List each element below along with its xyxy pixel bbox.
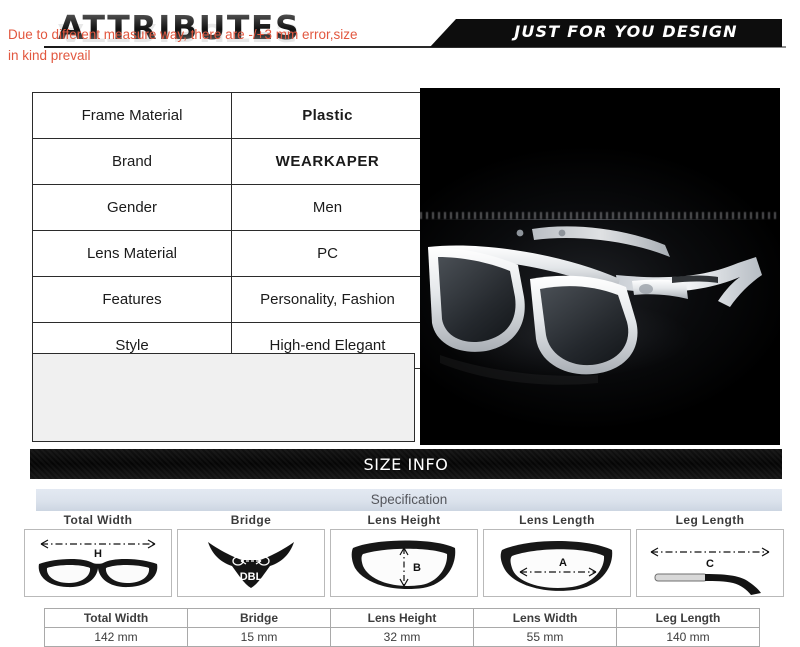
- diagram-card-leg-length: Leg Length C: [636, 513, 784, 601]
- diagram-box: H: [24, 529, 172, 597]
- specification-label: Specification: [370, 492, 448, 507]
- tagline-text: JUST FOR YOU DESIGN: [514, 22, 738, 41]
- measurement-header: Leg Length: [616, 608, 760, 628]
- table-row: Lens Material PC: [32, 230, 424, 277]
- attribute-value: Plastic: [231, 92, 424, 139]
- glasses-bridge-icon: DBL: [208, 542, 294, 588]
- table-row: 142 mm 15 mm 32 mm 55 mm 140 mm: [44, 627, 760, 647]
- measurement-disclaimer-text: Due to different measure way, there are …: [8, 27, 358, 63]
- table-row: Brand WEARKAPER: [32, 138, 424, 185]
- measurement-value: 32 mm: [330, 627, 474, 647]
- diagram-marker: B: [413, 562, 421, 574]
- table-header-row: Total Width Bridge Lens Height Lens Widt…: [44, 608, 760, 628]
- table-row: Gender Men: [32, 184, 424, 231]
- diagram-title: Total Width: [63, 513, 133, 527]
- diagram-title: Lens Height: [367, 513, 441, 527]
- diagram-card-lens-length: Lens Length A: [483, 513, 631, 601]
- diagram-marker: H: [94, 548, 102, 560]
- attributes-table: Frame Material Plastic Brand WEARKAPER G…: [32, 92, 424, 369]
- measurement-value: 55 mm: [473, 627, 617, 647]
- diagram-title: Bridge: [230, 513, 272, 527]
- attribute-value: Men: [231, 184, 424, 231]
- measurement-value: 142 mm: [44, 627, 188, 647]
- diagram-box: DBL: [177, 529, 325, 597]
- eyeglasses-product-illustration: [428, 226, 762, 385]
- measurement-header: Lens Width: [473, 608, 617, 628]
- diagram-card-total-width: Total Width H: [24, 513, 172, 601]
- diagram-title: Leg Length: [675, 513, 745, 527]
- measurement-header: Lens Height: [330, 608, 474, 628]
- attribute-label: Frame Material: [32, 92, 232, 139]
- temple-arm-shape: [654, 573, 761, 595]
- lens-height-icon: B: [351, 540, 456, 590]
- table-row: Frame Material Plastic: [32, 92, 424, 139]
- measurement-header: Total Width: [44, 608, 188, 628]
- measurement-value: 15 mm: [187, 627, 331, 647]
- diagram-title: Lens Length: [519, 513, 595, 527]
- table-row: Features Personality, Fashion: [32, 276, 424, 323]
- diagram-box: B: [330, 529, 478, 597]
- lens-length-icon: A: [500, 541, 613, 591]
- attribute-label: Lens Material: [32, 230, 232, 277]
- measurement-header: Bridge: [187, 608, 331, 628]
- diagram-card-lens-height: Lens Height B: [330, 513, 478, 601]
- diagram-card-bridge: Bridge DBL: [177, 513, 325, 601]
- product-photo: [420, 88, 780, 445]
- attribute-value: PC: [231, 230, 424, 277]
- brand-value: WEARKAPER: [231, 138, 424, 185]
- measurement-value: 140 mm: [616, 627, 760, 647]
- diagram-marker: A: [559, 557, 567, 569]
- diagram-marker: DBL: [240, 571, 263, 583]
- diagram-box: A: [483, 529, 631, 597]
- glasses-front-icon: H: [38, 539, 158, 588]
- attribute-value: Personality, Fashion: [231, 276, 424, 323]
- size-info-title: SIZE INFO: [363, 455, 449, 474]
- measurements-table: Total Width Bridge Lens Height Lens Widt…: [44, 608, 760, 647]
- measurement-disclaimer-box: [32, 353, 415, 442]
- attribute-label: Gender: [32, 184, 232, 231]
- attribute-label: Brand: [32, 138, 232, 185]
- attribute-label: Features: [32, 276, 232, 323]
- measurement-diagram-cards: Total Width H Bridge DBL Lens Height B L…: [24, 513, 784, 601]
- diagram-box: C: [636, 529, 784, 597]
